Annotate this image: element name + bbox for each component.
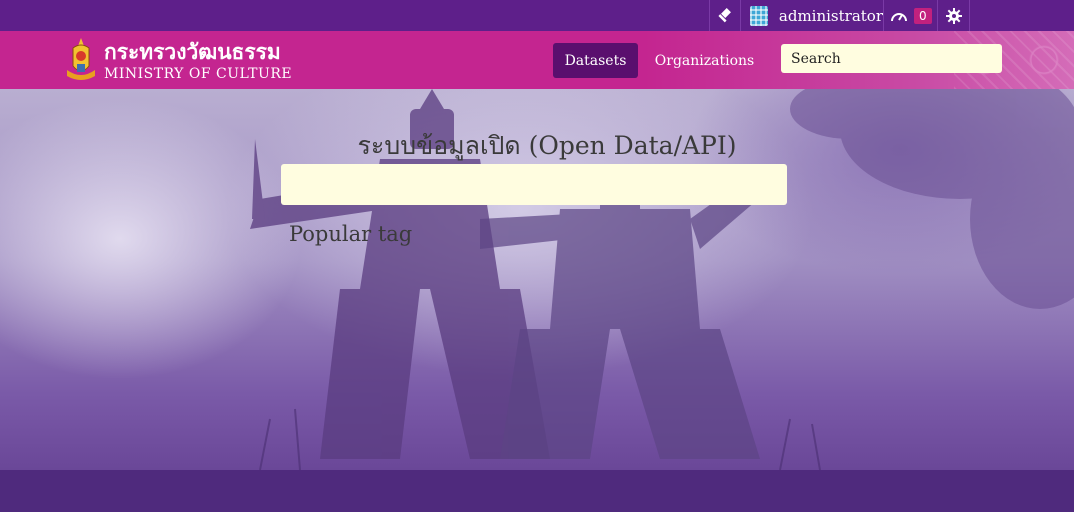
nav-organizations[interactable]: Organizations xyxy=(648,43,761,78)
user-account-link[interactable]: administrator xyxy=(740,0,883,31)
hero-search-input[interactable] xyxy=(281,164,787,205)
hero-section: ระบบข้อมูลเปิด (Open Data/API) Popular t… xyxy=(0,89,1074,470)
site-search-input[interactable] xyxy=(781,44,1002,73)
dashboard-count-badge: 0 xyxy=(914,7,932,24)
dashboard-icon xyxy=(891,12,907,21)
brand-name-english[interactable]: MINISTRY OF CULTURE xyxy=(104,66,292,82)
gavel-icon xyxy=(718,7,731,22)
gear-icon xyxy=(945,7,962,24)
avatar xyxy=(750,5,768,26)
settings-link[interactable] xyxy=(937,0,970,31)
masthead: กระทรวงวัฒนธรรม MINISTRY OF CULTURE Data… xyxy=(0,31,1074,89)
dashboard-link[interactable]: 0 xyxy=(883,0,937,31)
ministry-emblem-logo[interactable] xyxy=(63,36,99,84)
hero-title: ระบบข้อมูลเปิด (Open Data/API) xyxy=(357,131,737,160)
account-masthead: administrator 0 xyxy=(0,0,1074,31)
content-band xyxy=(0,470,1074,512)
popular-tags-heading: Popular tag xyxy=(289,222,413,246)
brand-name-thai[interactable]: กระทรวงวัฒนธรรม xyxy=(104,40,281,64)
username: administrator xyxy=(778,6,883,25)
sysadmin-link[interactable] xyxy=(709,0,740,31)
nav-datasets[interactable]: Datasets xyxy=(553,43,638,78)
